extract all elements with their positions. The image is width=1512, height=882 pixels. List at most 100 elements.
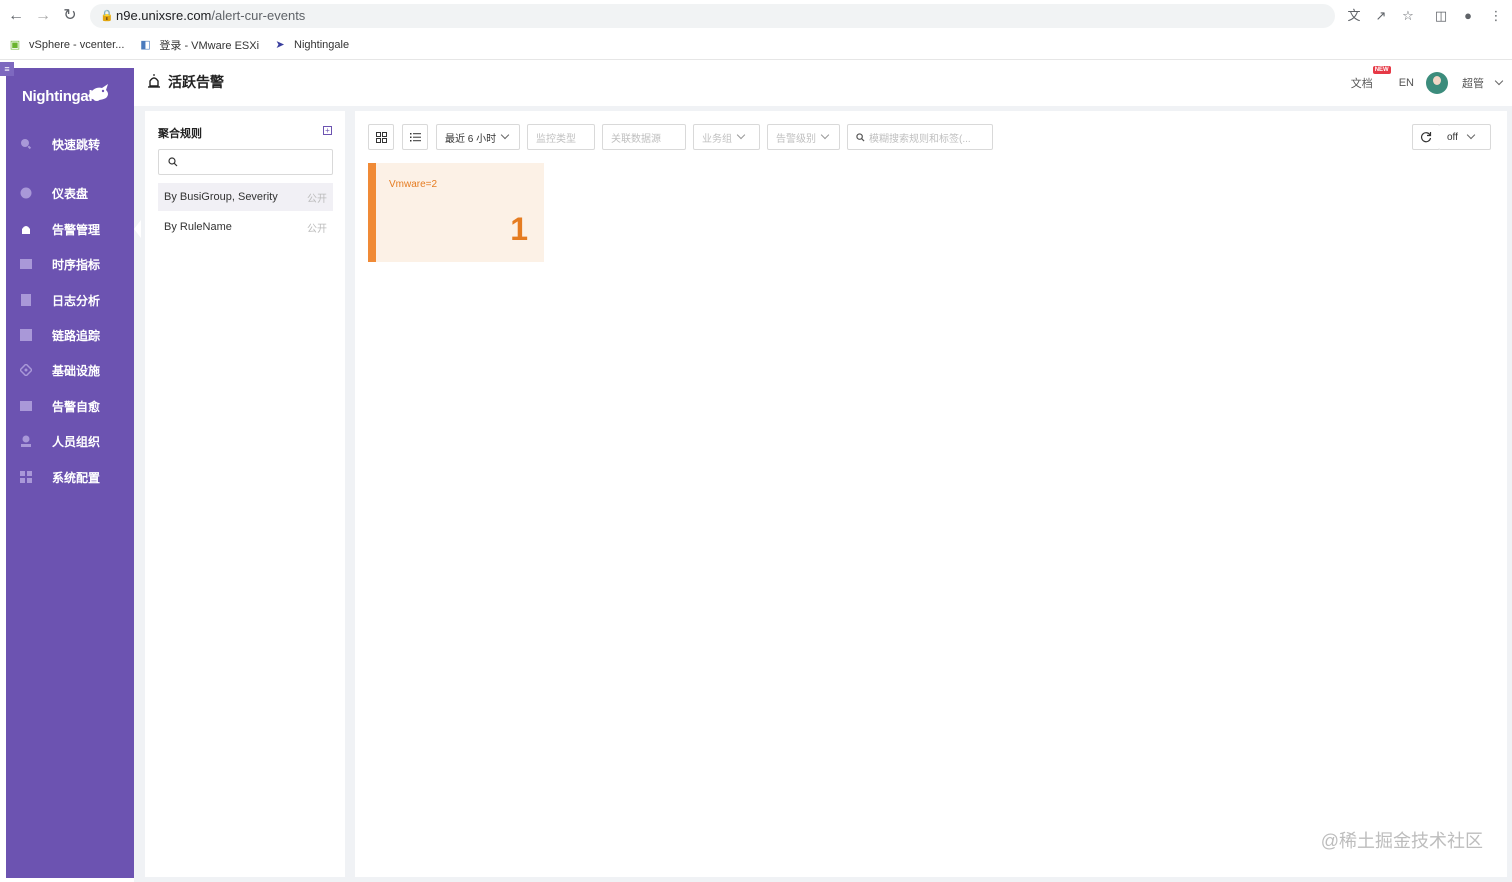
search-icon <box>168 157 178 167</box>
profile-icon[interactable]: ● <box>1459 7 1477 25</box>
alert-group-card[interactable]: Vmware=2 1 <box>368 163 544 262</box>
bookmark-label: 登录 - VMware ESXi <box>159 40 260 52</box>
browser-toolbar: ← → ↻ 🔒 n9e.unixsre.com/alert-cur-events… <box>0 0 1512 60</box>
sidebar-item-label: 日志分析 <box>52 293 101 308</box>
bookmark-label: vSphere - vcenter... <box>29 39 125 51</box>
collapse-sidebar-icon[interactable]: ≡ <box>0 62 14 76</box>
self-heal-icon <box>20 401 32 411</box>
sidebar-item-label: 快速跳转 <box>52 137 101 152</box>
rule-visibility: 公开 <box>307 223 327 235</box>
sidebar-item-label: 系统配置 <box>52 470 101 485</box>
sidepanel-icon[interactable]: ◫ <box>1432 7 1450 25</box>
avatar[interactable] <box>1426 72 1448 94</box>
sidebar-item-alarm-management[interactable]: 告警管理 <box>6 214 141 244</box>
datasource-placeholder: 关联数据源 <box>611 133 661 145</box>
alarm-bell-icon <box>148 74 160 88</box>
bookmark-esxi[interactable]: ◧ 登录 - VMware ESXi <box>138 37 259 53</box>
grid-icon <box>375 131 387 143</box>
infra-icon <box>20 364 32 376</box>
forward-icon[interactable]: → <box>33 6 53 26</box>
panel-title: 聚合规则 <box>158 128 202 140</box>
sidebar-item-label: 人员组织 <box>52 434 101 449</box>
translate-icon[interactable]: 文 <box>1345 7 1363 25</box>
search-icon <box>21 139 32 150</box>
url-host: n9e.unixsre.com <box>116 8 212 23</box>
sidebar: Nightingale ≡ 快速跳转 仪表盘 告警管理 时序指标 日志分析 链路… <box>0 62 141 878</box>
trace-icon <box>20 329 32 341</box>
rule-search-input[interactable] <box>158 149 333 175</box>
sidebar-item-settings[interactable]: 系统配置 <box>6 462 134 492</box>
new-badge: NEW <box>1372 66 1391 74</box>
card-count: 1 <box>510 211 528 247</box>
log-icon <box>21 294 31 306</box>
chevron-down-icon <box>1466 130 1476 140</box>
sidebar-item-tracing[interactable]: 链路追踪 <box>6 320 134 350</box>
bookmark-label: Nightingale <box>294 39 350 51</box>
time-range-select[interactable]: 最近 6 小时 <box>436 124 520 150</box>
time-range-value: 最近 6 小时 <box>445 133 497 145</box>
refresh-icon <box>1420 132 1432 143</box>
list-icon <box>409 133 421 142</box>
monitor-type-placeholder: 监控类型 <box>536 133 576 145</box>
user-name[interactable]: 超管 <box>1462 75 1484 91</box>
bookmark-nightingale[interactable]: ➤ Nightingale <box>273 38 349 52</box>
sidebar-item-label: 链路追踪 <box>52 328 101 343</box>
busigroup-placeholder: 业务组 <box>702 133 732 145</box>
docs-link[interactable]: 文档 NEW <box>1350 66 1391 91</box>
alarm-icon <box>22 226 30 234</box>
sidebar-item-users[interactable]: 人员组织 <box>6 426 134 456</box>
sidebar-item-label: 基础设施 <box>52 363 101 378</box>
datasource-select[interactable]: 关联数据源 <box>602 124 686 150</box>
reload-icon[interactable]: ↻ <box>60 6 80 26</box>
docs-label: 文档 <box>1350 78 1373 90</box>
chevron-down-icon <box>500 130 510 140</box>
rule-item[interactable]: By RuleName 公开 <box>158 213 333 241</box>
share-icon[interactable]: ↗ <box>1372 7 1390 25</box>
rule-visibility: 公开 <box>307 193 327 205</box>
vsphere-icon: ▣ <box>9 39 21 51</box>
menu-dots-icon[interactable]: ⋮ <box>1487 7 1505 25</box>
bookmark-vsphere[interactable]: ▣ vSphere - vcenter... <box>8 38 125 52</box>
bookmarks-bar: ▣ vSphere - vcenter... ◧ 登录 - VMware ESX… <box>0 34 355 56</box>
nightingale-icon: ➤ <box>275 39 285 51</box>
page-header: 活跃告警 文档 NEW EN 超管 <box>134 60 1512 106</box>
dashboard-icon <box>20 187 32 199</box>
nightingale-logo-icon <box>88 84 108 100</box>
severity-select[interactable]: 告警级别 <box>767 124 840 150</box>
back-icon[interactable]: ← <box>6 6 26 26</box>
monitor-type-select[interactable]: 监控类型 <box>527 124 595 150</box>
list-view-button[interactable] <box>402 124 428 150</box>
url-path: /alert-cur-events <box>211 8 306 23</box>
sidebar-item-dashboard[interactable]: 仪表盘 <box>6 178 134 208</box>
busigroup-select[interactable]: 业务组 <box>693 124 760 150</box>
lock-icon: 🔒 <box>100 10 114 22</box>
watermark: @稀土掘金技术社区 <box>1320 831 1483 851</box>
alerts-content: 最近 6 小时 监控类型 关联数据源 业务组 告警级别 模糊搜索规则和标签(..… <box>355 111 1507 877</box>
rule-item[interactable]: By BusiGroup, Severity 公开 <box>158 183 333 211</box>
severity-placeholder: 告警级别 <box>776 133 816 145</box>
language-switch[interactable]: EN <box>1399 77 1414 89</box>
chevron-down-icon <box>736 130 746 140</box>
auto-refresh-value: off <box>1447 131 1458 143</box>
user-menu-chevron-icon[interactable] <box>1494 76 1504 86</box>
address-bar[interactable]: 🔒 n9e.unixsre.com/alert-cur-events <box>90 4 1335 28</box>
sidebar-item-metrics[interactable]: 时序指标 <box>6 249 134 279</box>
auto-refresh-select[interactable]: off <box>1439 124 1491 150</box>
page-title: 活跃告警 <box>168 74 224 90</box>
settings-icon <box>20 471 32 483</box>
active-indicator <box>134 220 141 238</box>
add-rule-icon[interactable]: + <box>323 126 332 135</box>
sidebar-item-label: 告警自愈 <box>52 399 101 414</box>
user-icon <box>21 435 31 447</box>
search-input[interactable]: 模糊搜索规则和标签(... <box>847 124 993 150</box>
sidebar-item-logs[interactable]: 日志分析 <box>6 285 134 315</box>
star-icon[interactable]: ☆ <box>1399 7 1417 25</box>
rule-name: By RuleName <box>164 221 232 233</box>
card-view-button[interactable] <box>368 124 394 150</box>
rule-name: By BusiGroup, Severity <box>164 191 278 203</box>
sidebar-item-quick-jump[interactable]: 快速跳转 <box>6 129 134 159</box>
refresh-button[interactable] <box>1412 124 1440 150</box>
sidebar-item-label: 告警管理 <box>52 222 101 237</box>
sidebar-item-infrastructure[interactable]: 基础设施 <box>6 355 134 385</box>
sidebar-item-self-heal[interactable]: 告警自愈 <box>6 391 134 421</box>
